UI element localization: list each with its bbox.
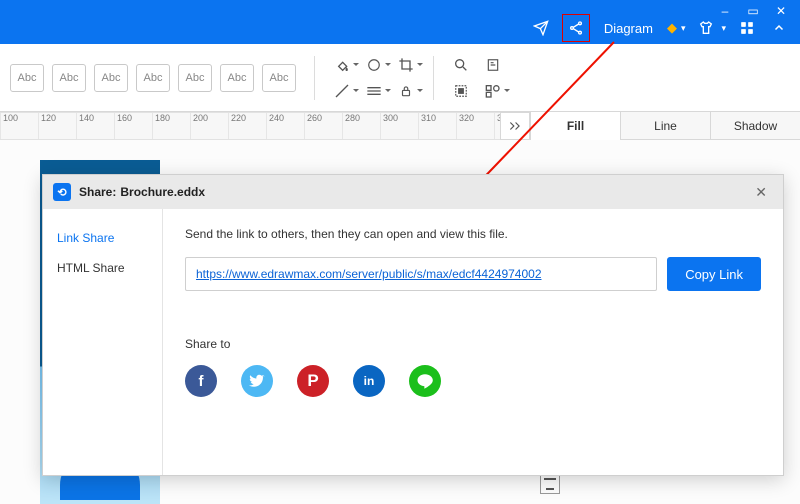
share-linkedin-button[interactable]: in <box>353 365 385 397</box>
restore-button[interactable]: ▭ <box>746 4 760 18</box>
tab-fill[interactable]: Fill <box>530 112 620 140</box>
window-controls: – ▭ ✕ <box>718 4 788 18</box>
dialog-close-button[interactable]: ✕ <box>749 180 773 205</box>
apps-grid-icon[interactable] <box>736 17 758 39</box>
view-tools <box>452 56 502 100</box>
share-to-section: Share to f P in <box>185 337 761 397</box>
link-row: Copy Link <box>185 257 761 291</box>
separator <box>433 56 434 100</box>
shape-tools <box>333 56 415 100</box>
ruler-tick: 280 <box>342 113 380 139</box>
share-pinterest-button[interactable]: P <box>297 365 329 397</box>
separator <box>314 56 315 100</box>
app-logo-icon: ⟲ <box>53 183 71 201</box>
style-swatch[interactable]: Abc <box>220 64 254 92</box>
premium-diamond-icon[interactable]: ◆ <box>667 20 677 36</box>
style-swatch[interactable]: Abc <box>136 64 170 92</box>
line-style-icon[interactable] <box>365 82 383 100</box>
page-settings-icon[interactable] <box>484 56 502 74</box>
ruler-tick: 120 <box>38 113 76 139</box>
share-dialog: ⟲ Share: Brochure.eddx ✕ Link Share HTML… <box>42 174 784 476</box>
ruler-tick: 310 <box>418 113 456 139</box>
ruler-tick: 220 <box>228 113 266 139</box>
dialog-title-prefix: Share: <box>79 185 116 199</box>
ruler-tick: 300 <box>380 113 418 139</box>
style-swatch[interactable]: Abc <box>52 64 86 92</box>
share-facebook-button[interactable]: f <box>185 365 217 397</box>
social-buttons: f P in <box>185 365 761 397</box>
crop-icon[interactable] <box>397 56 415 74</box>
components-icon[interactable] <box>484 82 502 100</box>
diagram-label[interactable]: Diagram <box>600 21 657 36</box>
dialog-main: Send the link to others, then they can o… <box>163 209 783 475</box>
tshirt-icon[interactable] <box>695 17 717 39</box>
ruler-tick: 320 <box>456 113 494 139</box>
share-icon[interactable] <box>562 14 590 42</box>
ruler-tick: 330 <box>494 113 500 139</box>
lock-icon[interactable] <box>397 82 415 100</box>
ruler-tick: 160 <box>114 113 152 139</box>
dialog-body: Link Share HTML Share Send the link to o… <box>43 209 783 475</box>
fill-bucket-icon[interactable] <box>333 56 351 74</box>
ruler-tick: 200 <box>190 113 228 139</box>
collapse-ribbon-icon[interactable] <box>768 17 790 39</box>
ruler-tick: 260 <box>304 113 342 139</box>
page-nav-control[interactable] <box>540 474 560 494</box>
style-swatch[interactable]: Abc <box>94 64 128 92</box>
ruler-tabs-row: 100 120 140 160 180 200 220 240 260 280 … <box>0 112 800 140</box>
titlebar-actions: Diagram ◆ ▾ ▾ <box>530 14 790 42</box>
dialog-sidebar: Link Share HTML Share <box>43 209 163 475</box>
sidebar-item-link-share[interactable]: Link Share <box>43 223 162 253</box>
app-titlebar: – ▭ ✕ Diagram ◆ ▾ ▾ <box>0 0 800 44</box>
search-icon[interactable] <box>452 56 470 74</box>
share-hint-text: Send the link to others, then they can o… <box>185 227 761 241</box>
tshirt-dropdown-caret-icon[interactable]: ▾ <box>721 23 726 34</box>
horizontal-ruler: 100 120 140 160 180 200 220 240 260 280 … <box>0 112 500 140</box>
style-swatch[interactable]: Abc <box>178 64 212 92</box>
copy-link-button[interactable]: Copy Link <box>667 257 761 291</box>
minimize-button[interactable]: – <box>718 4 732 18</box>
send-icon[interactable] <box>530 17 552 39</box>
style-swatch[interactable]: Abc <box>262 64 296 92</box>
share-line-button[interactable] <box>409 365 441 397</box>
ribbon-toolbar: Abc Abc Abc Abc Abc Abc Abc <box>0 44 800 112</box>
share-to-label: Share to <box>185 337 761 351</box>
pen-line-icon[interactable] <box>333 82 351 100</box>
sidebar-item-html-share[interactable]: HTML Share <box>43 253 162 283</box>
right-panel-tabs: Fill Line Shadow <box>530 112 800 140</box>
expand-panels-button[interactable] <box>500 112 530 140</box>
select-all-icon[interactable] <box>452 82 470 100</box>
style-swatches: Abc Abc Abc Abc Abc Abc Abc <box>10 64 296 92</box>
tab-shadow[interactable]: Shadow <box>710 112 800 140</box>
close-button[interactable]: ✕ <box>774 4 788 18</box>
share-link-input[interactable] <box>185 257 657 291</box>
ruler-tick: 180 <box>152 113 190 139</box>
style-swatch[interactable]: Abc <box>10 64 44 92</box>
ruler-tick: 240 <box>266 113 304 139</box>
ruler-tick: 140 <box>76 113 114 139</box>
ruler-tick: 100 <box>0 113 38 139</box>
dialog-title-filename: Brochure.eddx <box>120 185 205 199</box>
share-twitter-button[interactable] <box>241 365 273 397</box>
tab-line[interactable]: Line <box>620 112 710 140</box>
dialog-header: ⟲ Share: Brochure.eddx ✕ <box>43 175 783 209</box>
shape-circle-icon[interactable] <box>365 56 383 74</box>
diagram-dropdown-caret-icon[interactable]: ▾ <box>681 23 686 34</box>
